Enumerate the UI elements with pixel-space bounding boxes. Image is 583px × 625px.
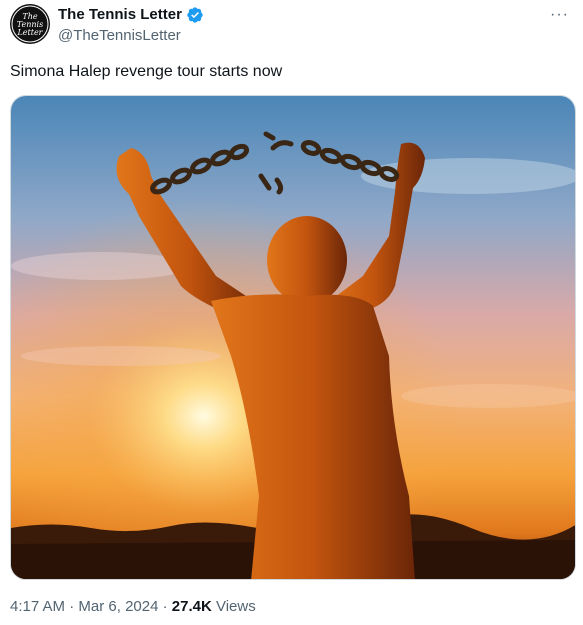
tweet-text: Simona Halep revenge tour starts now — [10, 63, 283, 80]
views-label: Views — [211, 598, 256, 615]
author-handle[interactable]: @TheTennisLetter — [58, 26, 181, 46]
tweet-date[interactable]: Mar 6, 2024 — [78, 598, 158, 615]
tweet-time[interactable]: 4:17 AM — [10, 598, 65, 615]
verified-badge-icon — [187, 7, 203, 23]
tweet-image[interactable] — [10, 95, 576, 580]
views-count: 27.4K — [171, 598, 212, 615]
sunset-silhouette-image — [11, 96, 575, 579]
author-name-row: The Tennis Letter — [58, 5, 204, 25]
more-options-button[interactable]: ··· — [550, 6, 569, 24]
avatar[interactable]: The Tennis Letter — [10, 4, 50, 44]
svg-text:Letter: Letter — [16, 28, 43, 37]
meta-separator: · — [65, 598, 79, 615]
display-name[interactable]: The Tennis Letter — [58, 5, 182, 25]
logo-icon: The Tennis Letter — [11, 5, 49, 43]
meta-separator: · — [158, 598, 172, 615]
tweet-metadata: 4:17 AM · Mar 6, 2024 · 27.4K Views — [10, 597, 256, 617]
